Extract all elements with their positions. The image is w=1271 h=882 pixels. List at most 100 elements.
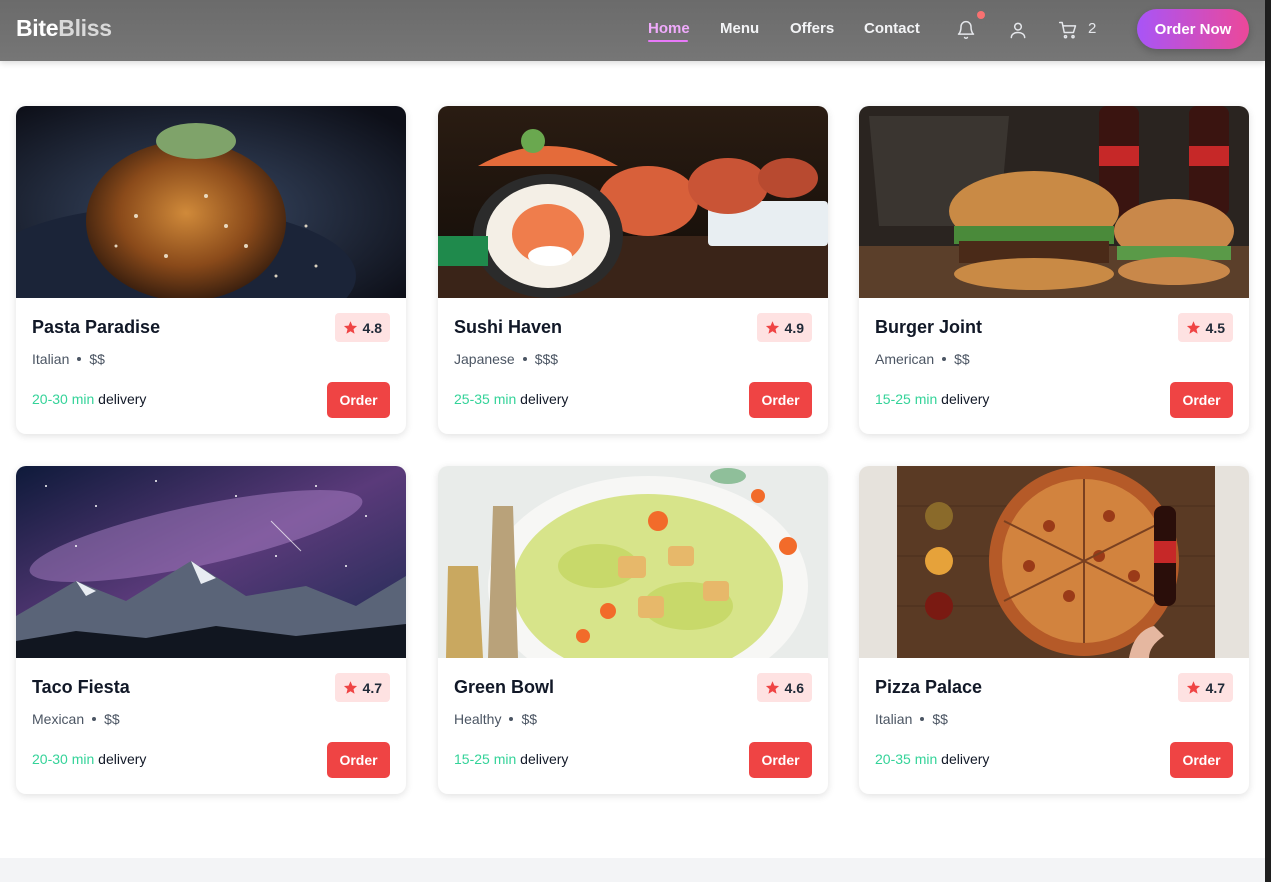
rating-value: 4.9 [784,319,804,336]
restaurant-name: Pasta Paradise [32,317,161,337]
restaurant-name: Pizza Palace [875,677,983,697]
restaurant-name: Green Bowl [454,677,555,697]
delivery-info: 20-30 min delivery [32,391,146,407]
delivery-info: 20-35 min delivery [875,751,989,767]
star-icon [765,321,779,334]
separator-dot [920,717,925,721]
price-level: $$ [104,711,120,727]
delivery-info: 25-35 min delivery [454,391,568,407]
star-icon [343,681,357,694]
brand-name-part2: Bliss [58,15,112,41]
delivery-info: 15-25 min delivery [875,391,989,407]
restaurant-meta: Japanese $$$ [454,351,558,367]
restaurant-meta: Healthy $$ [454,711,537,727]
separator-dot [522,357,527,361]
restaurant-card[interactable]: Pasta Paradise 4.8 Italian $$ 20-30 min … [16,106,406,434]
restaurant-image [16,106,406,298]
delivery-time: 15-25 min [454,751,517,767]
order-button[interactable]: Order [749,382,812,418]
separator-dot [77,357,82,361]
rating-badge: 4.8 [334,313,390,342]
cart-count-badge: 2 [1088,20,1097,37]
restaurant-image [438,106,828,298]
restaurant-card[interactable]: Pizza Palace 4.7 Italian $$ 20-35 min de… [859,466,1249,794]
delivery-word: delivery [941,751,990,767]
delivery-info: 15-25 min delivery [454,751,568,767]
restaurant-image [859,466,1249,658]
bell-icon[interactable] [954,18,978,42]
footer-section [0,858,1265,882]
order-button[interactable]: Order [327,382,390,418]
cuisine-label: Japanese [454,351,515,367]
order-now-button[interactable]: Order Now [1137,9,1249,49]
cuisine-label: Mexican [32,711,85,727]
price-level: $$ [954,351,970,367]
restaurant-name: Burger Joint [875,317,983,337]
rating-badge: 4.7 [1177,673,1233,702]
star-icon [1186,681,1200,694]
restaurant-meta: Mexican $$ [32,711,120,727]
price-level: $$ [89,351,105,367]
order-button[interactable]: Order [327,742,390,778]
rating-value: 4.7 [362,679,382,696]
delivery-word: delivery [98,751,147,767]
restaurant-card[interactable]: Green Bowl 4.6 Healthy $$ 15-25 min deli… [438,466,828,794]
rating-badge: 4.7 [334,673,390,702]
brand-logo[interactable]: BiteBliss [16,15,112,42]
cart-icon[interactable] [1056,18,1080,42]
rating-badge: 4.6 [756,673,812,702]
restaurant-name: Taco Fiesta [32,677,130,697]
separator-dot [942,357,947,361]
nav-link-offers[interactable]: Offers [790,20,834,37]
restaurant-meta: Italian $$ [32,351,105,367]
restaurant-image [16,466,406,658]
rating-value: 4.7 [1205,679,1225,696]
restaurant-meta: American $$ [875,351,970,367]
nav-link-menu[interactable]: Menu [720,20,759,37]
rating-badge: 4.9 [756,313,812,342]
price-level: $$$ [534,351,559,367]
delivery-word: delivery [520,391,569,407]
delivery-word: delivery [98,391,147,407]
brand-name-part1: Bite [16,15,59,41]
order-button[interactable]: Order [1170,742,1233,778]
separator-dot [92,717,97,721]
star-icon [343,321,357,334]
order-button[interactable]: Order [1170,382,1233,418]
restaurant-card[interactable]: Sushi Haven 4.9 Japanese $$$ 25-35 min d… [438,106,828,434]
restaurant-meta: Italian $$ [875,711,948,727]
rating-value: 4.5 [1205,319,1225,336]
cuisine-label: Italian [875,711,913,727]
price-level: $$ [932,711,948,727]
cuisine-label: Italian [32,351,70,367]
user-icon[interactable] [1006,18,1030,42]
page-scrollbar[interactable] [1265,0,1271,882]
restaurant-card[interactable]: Burger Joint 4.5 American $$ 15-25 min d… [859,106,1249,434]
restaurant-image [438,466,828,658]
delivery-word: delivery [941,391,990,407]
delivery-time: 15-25 min [875,391,938,407]
restaurant-image [859,106,1249,298]
top-navbar: BiteBliss Home Menu Offers Contact 2 Ord… [0,0,1265,61]
restaurant-card[interactable]: Taco Fiesta 4.7 Mexican $$ 20-30 min del… [16,466,406,794]
star-icon [765,681,779,694]
restaurant-name: Sushi Haven [454,317,563,337]
rating-value: 4.6 [784,679,804,696]
price-level: $$ [521,711,538,727]
nav-active-underline [648,40,688,42]
nav-link-contact[interactable]: Contact [864,20,920,37]
nav-link-home[interactable]: Home [648,20,690,37]
delivery-time: 20-30 min [32,751,95,767]
cuisine-label: American [875,351,935,367]
delivery-time: 20-30 min [32,391,95,407]
notification-dot [977,11,985,19]
separator-dot [509,717,514,721]
delivery-time: 25-35 min [454,391,517,407]
rating-badge: 4.5 [1177,313,1233,342]
rating-value: 4.8 [362,319,382,336]
delivery-word: delivery [520,751,569,767]
star-icon [1186,321,1200,334]
delivery-time: 20-35 min [875,751,938,767]
delivery-info: 20-30 min delivery [32,751,146,767]
order-button[interactable]: Order [749,742,812,778]
